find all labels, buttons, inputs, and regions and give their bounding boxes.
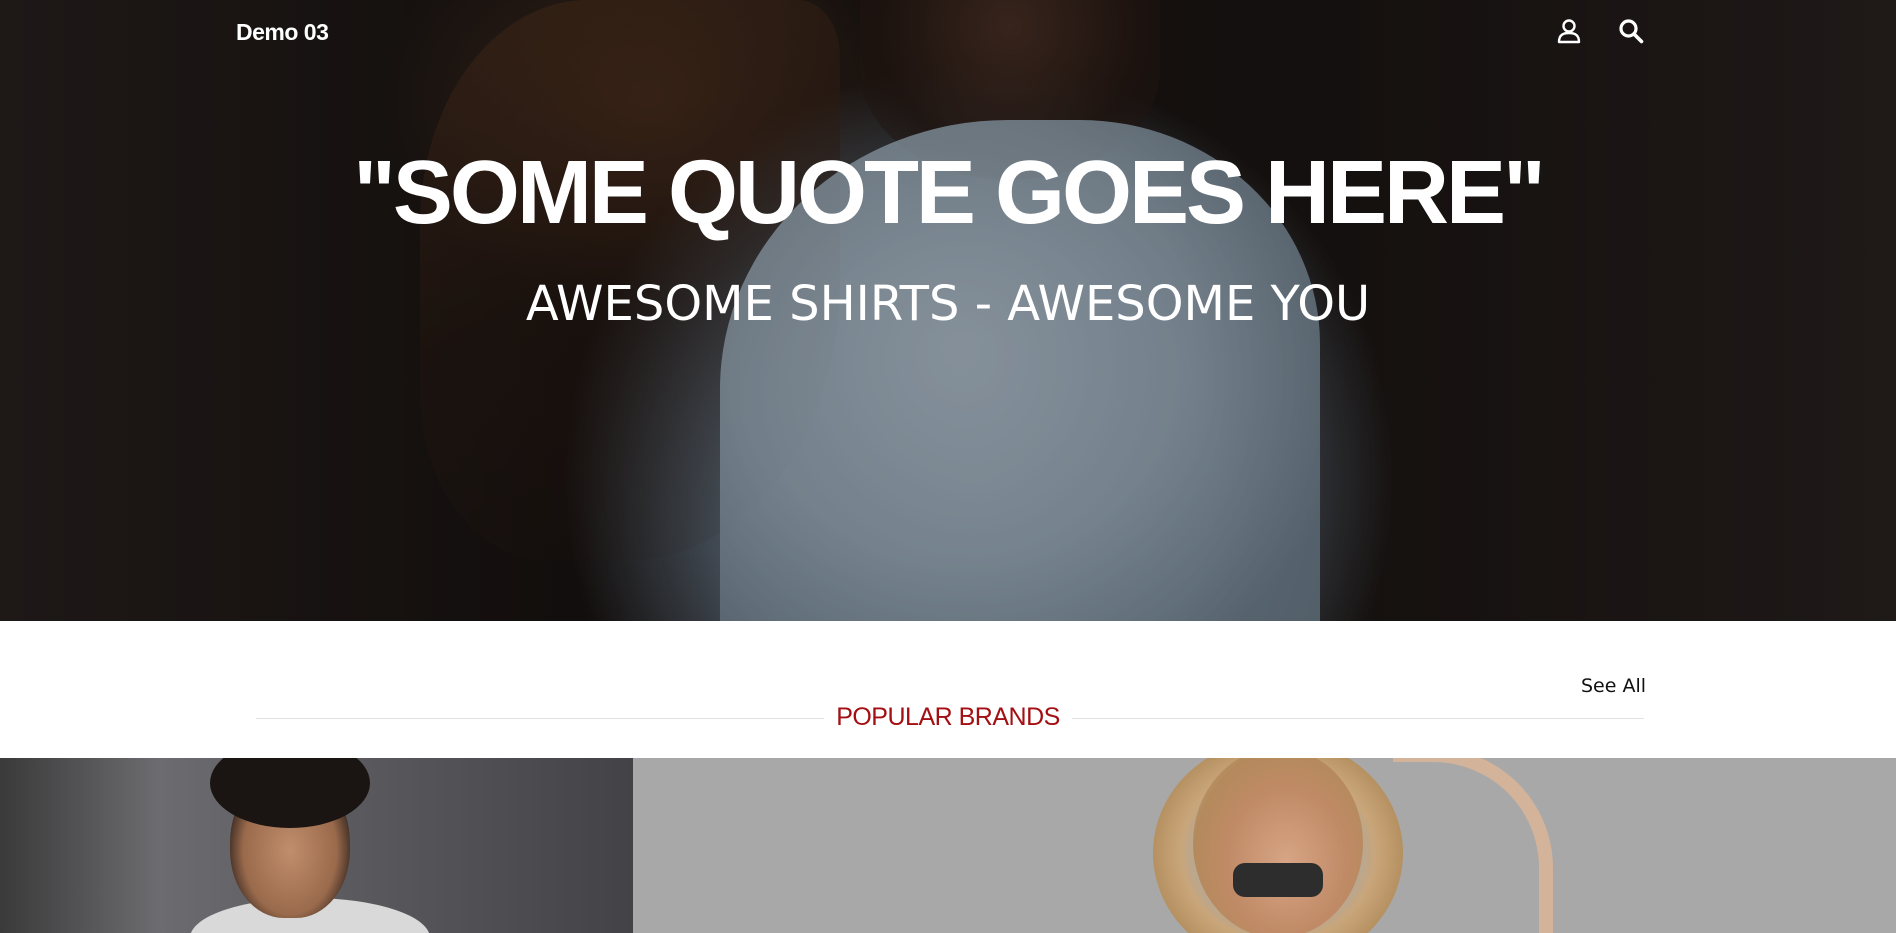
sunglasses-image xyxy=(1233,863,1323,897)
brand-card-women[interactable] xyxy=(633,758,1896,933)
section-title: POPULAR BRANDS xyxy=(824,703,1072,732)
brand-card-men[interactable] xyxy=(0,758,633,933)
search-icon[interactable] xyxy=(1617,17,1645,45)
site-logo[interactable]: Demo 03 xyxy=(236,19,329,46)
see-all-link[interactable]: See All xyxy=(1581,675,1646,697)
user-icon[interactable] xyxy=(1555,17,1583,45)
hero-quote: "SOME QUOTE GOES HERE" xyxy=(353,143,1546,243)
hero-tagline: AWESOME SHIRTS - AWESOME YOU xyxy=(525,276,1371,332)
brand-image-arm xyxy=(1393,758,1553,933)
brand-image-woman xyxy=(1193,758,1363,933)
